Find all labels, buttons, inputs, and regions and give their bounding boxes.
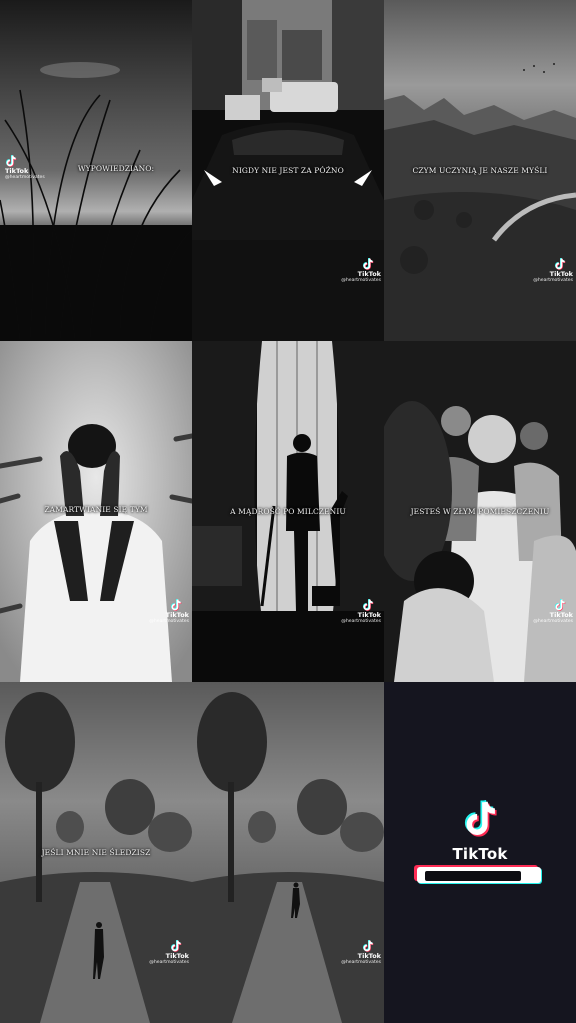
video-tile-2[interactable]: NIGDY NIE JEST ZA PÓŹNO TikTok @heartmot… <box>192 0 384 341</box>
video-tile-7[interactable]: JEŚLI MNIE NIE ŚLEDZISZ TikTok @heartmot… <box>0 682 192 1023</box>
watermark-handle: @heartmotivates <box>149 960 189 965</box>
video-tile-6[interactable]: JESTEŚ W ZŁYM POMIESZCZENIU TikTok @hear… <box>384 341 576 682</box>
watermark-brand: TikTok <box>357 952 381 960</box>
tiktok-end-card[interactable]: TikTok <box>384 682 576 1023</box>
video-tile-8[interactable]: TikTok @heartmotivates <box>192 682 384 1023</box>
watermark-brand: TikTok <box>357 611 381 619</box>
video-thumbnail-grid: WYPOWIEDZIANO: TikTok @heartmotivates NI… <box>0 0 576 1023</box>
tiktok-watermark: TikTok @heartmotivates <box>533 258 573 284</box>
video-caption: A MĄDROŚĆ PO MILCZENIU <box>230 507 346 516</box>
video-caption: NIGDY NIE JEST ZA PÓŹNO <box>232 166 344 175</box>
video-caption: CZYM UCZYNIĄ JE NASZE MYŚLI <box>412 166 548 175</box>
video-tile-1[interactable]: WYPOWIEDZIANO: TikTok @heartmotivates <box>0 0 192 341</box>
watermark-handle: @heartmotivates <box>341 619 381 624</box>
watermark-brand: TikTok <box>165 611 189 619</box>
watermark-brand: TikTok <box>5 167 29 175</box>
tiktok-watermark: TikTok @heartmotivates <box>341 258 381 284</box>
tiktok-watermark: TikTok @heartmotivates <box>341 599 381 625</box>
watermark-handle: @heartmotivates <box>341 278 381 283</box>
watermark-brand: TikTok <box>165 952 189 960</box>
end-card-logo: TikTok <box>452 800 507 863</box>
progress-bar-track <box>425 871 521 881</box>
watermark-handle: @heartmotivates <box>5 175 45 180</box>
video-caption: JESTEŚ W ZŁYM POMIESZCZENIU <box>410 507 550 516</box>
watermark-handle: @heartmotivates <box>341 960 381 965</box>
video-tile-5[interactable]: A MĄDROŚĆ PO MILCZENIU TikTok @heartmoti… <box>192 341 384 682</box>
watermark-brand: TikTok <box>357 270 381 278</box>
video-caption: JEŚLI MNIE NIE ŚLEDZISZ <box>41 848 151 857</box>
video-caption: ZAMARTWIANIE SIĘ TYM <box>44 505 148 514</box>
foggy-path-scene <box>192 682 384 1023</box>
tiktok-watermark: TikTok @heartmotivates <box>149 940 189 966</box>
watermark-handle: @heartmotivates <box>149 619 189 624</box>
watermark-brand: TikTok <box>549 270 573 278</box>
watermark-handle: @heartmotivates <box>533 619 573 624</box>
watermark-handle: @heartmotivates <box>533 278 573 283</box>
tiktok-logo-icon <box>462 800 498 840</box>
tiktok-watermark: TikTok @heartmotivates <box>533 599 573 625</box>
tiktok-watermark: TikTok @heartmotivates <box>5 155 45 181</box>
watermark-brand: TikTok <box>549 611 573 619</box>
video-tile-3[interactable]: CZYM UCZYNIĄ JE NASZE MYŚLI TikTok @hear… <box>384 0 576 341</box>
video-tile-4[interactable]: ZAMARTWIANIE SIĘ TYM TikTok @heartmotiva… <box>0 341 192 682</box>
tiktok-watermark: TikTok @heartmotivates <box>149 599 189 625</box>
end-card-progress-bar <box>414 865 544 884</box>
end-card-brand: TikTok <box>452 845 508 863</box>
tiktok-watermark: TikTok @heartmotivates <box>341 940 381 966</box>
